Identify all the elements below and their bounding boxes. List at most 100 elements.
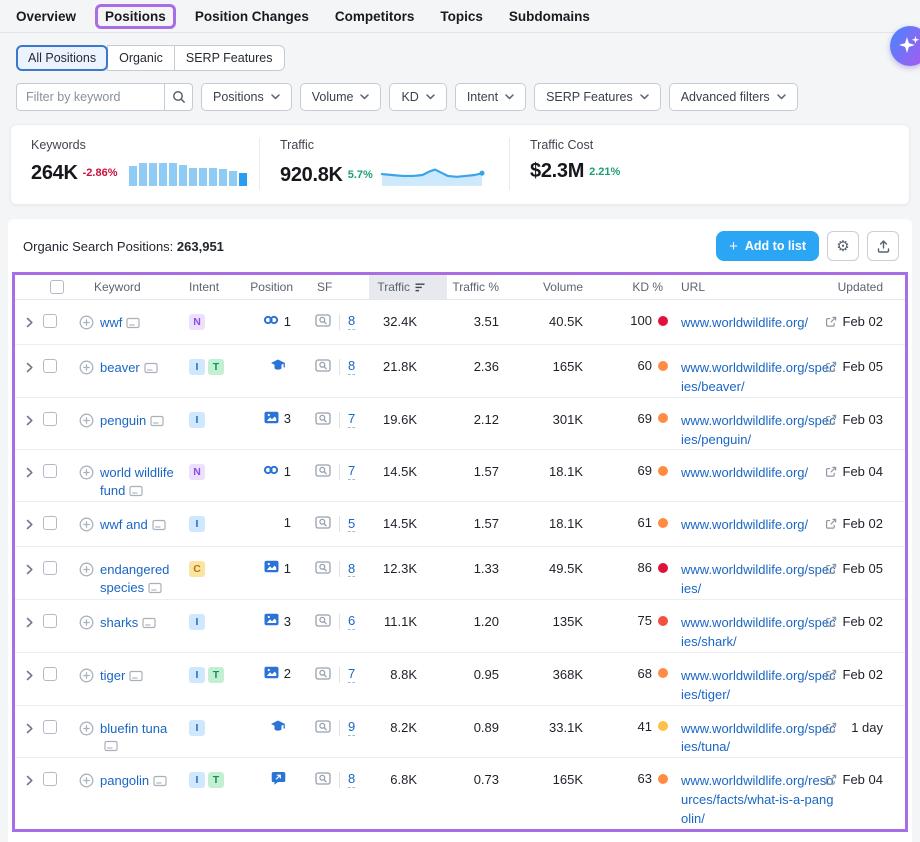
serp-preview-icon[interactable] xyxy=(315,463,331,481)
serp-snapshot-icon[interactable] xyxy=(142,617,156,632)
external-link-icon[interactable] xyxy=(825,518,837,533)
add-keyword-icon[interactable] xyxy=(79,721,94,757)
serp-preview-icon[interactable] xyxy=(315,613,331,631)
table-settings-button[interactable]: ⚙ xyxy=(827,231,859,261)
export-button[interactable] xyxy=(867,231,899,261)
nav-item-overview[interactable]: Overview xyxy=(16,9,76,24)
add-keyword-icon[interactable] xyxy=(79,562,94,598)
serp-snapshot-icon[interactable] xyxy=(126,317,140,332)
sf-count-link[interactable]: 7 xyxy=(348,412,355,428)
add-keyword-icon[interactable] xyxy=(79,517,94,537)
serp-preview-icon[interactable] xyxy=(315,771,331,789)
keyword-link[interactable]: penguin xyxy=(100,413,146,428)
row-expand-button[interactable] xyxy=(15,450,43,481)
add-keyword-icon[interactable] xyxy=(79,773,94,793)
url-link[interactable]: www.worldwildlife.org/ xyxy=(681,315,808,330)
row-checkbox[interactable] xyxy=(43,464,57,478)
keyword-filter-input[interactable] xyxy=(16,83,164,111)
row-checkbox[interactable] xyxy=(43,516,57,530)
col-updated[interactable]: Updated xyxy=(837,275,905,299)
external-link-icon[interactable] xyxy=(825,722,837,737)
col-volume[interactable]: Volume xyxy=(525,275,607,299)
col-position[interactable]: Position xyxy=(241,275,309,299)
keyword-link[interactable]: pangolin xyxy=(100,773,149,788)
col-traffic-sorted[interactable]: Traffic xyxy=(369,275,447,299)
row-checkbox[interactable] xyxy=(43,720,57,734)
col-url[interactable]: URL xyxy=(673,275,837,299)
keyword-link[interactable]: wwf xyxy=(100,315,122,330)
url-link[interactable]: www.worldwildlife.org/species/penguin/ xyxy=(681,413,836,447)
sf-count-link[interactable]: 8 xyxy=(348,314,355,330)
keyword-link[interactable]: tiger xyxy=(100,668,125,683)
external-link-icon[interactable] xyxy=(825,774,837,789)
keyword-link[interactable]: beaver xyxy=(100,360,140,375)
add-keyword-icon[interactable] xyxy=(79,315,94,335)
sf-count-link[interactable]: 7 xyxy=(348,464,355,480)
filter-dropdown-advanced-filters[interactable]: Advanced filters xyxy=(669,83,798,111)
sf-count-link[interactable]: 9 xyxy=(348,720,355,736)
row-checkbox[interactable] xyxy=(43,412,57,426)
ai-assistant-button[interactable] xyxy=(890,26,920,66)
serp-snapshot-icon[interactable] xyxy=(152,519,166,534)
serp-snapshot-icon[interactable] xyxy=(129,485,143,500)
add-keyword-icon[interactable] xyxy=(79,615,94,635)
filter-dropdown-volume[interactable]: Volume xyxy=(300,83,382,111)
serp-snapshot-icon[interactable] xyxy=(150,415,164,430)
tab-serp-features[interactable]: SERP Features xyxy=(174,45,285,71)
add-keyword-icon[interactable] xyxy=(79,668,94,688)
row-checkbox[interactable] xyxy=(43,772,57,786)
external-link-icon[interactable] xyxy=(825,361,837,376)
row-checkbox[interactable] xyxy=(43,614,57,628)
add-to-list-button[interactable]: + Add to list xyxy=(716,231,819,261)
row-expand-button[interactable] xyxy=(15,547,43,578)
tab-all-positions[interactable]: All Positions xyxy=(16,45,108,71)
serp-preview-icon[interactable] xyxy=(315,358,331,376)
sf-count-link[interactable]: 8 xyxy=(348,359,355,375)
add-keyword-icon[interactable] xyxy=(79,465,94,501)
sf-count-link[interactable]: 6 xyxy=(348,614,355,630)
serp-preview-icon[interactable] xyxy=(315,560,331,578)
nav-item-topics[interactable]: Topics xyxy=(440,9,483,24)
col-traffic-pct[interactable]: Traffic % xyxy=(447,275,525,299)
search-button[interactable] xyxy=(164,83,193,111)
serp-preview-icon[interactable] xyxy=(315,515,331,533)
col-sf[interactable]: SF xyxy=(309,275,369,299)
row-checkbox[interactable] xyxy=(43,667,57,681)
serp-snapshot-icon[interactable] xyxy=(129,670,143,685)
filter-dropdown-kd[interactable]: KD xyxy=(389,83,446,111)
col-keyword[interactable]: Keyword xyxy=(69,275,181,299)
sf-count-link[interactable]: 8 xyxy=(348,772,355,788)
nav-item-subdomains[interactable]: Subdomains xyxy=(509,9,590,24)
url-link[interactable]: www.worldwildlife.org/species/tiger/ xyxy=(681,668,836,702)
row-checkbox[interactable] xyxy=(43,314,57,328)
serp-snapshot-icon[interactable] xyxy=(104,740,118,755)
filter-dropdown-positions[interactable]: Positions xyxy=(201,83,292,111)
external-link-icon[interactable] xyxy=(825,669,837,684)
row-expand-button[interactable] xyxy=(15,300,43,331)
tab-organic[interactable]: Organic xyxy=(107,45,175,71)
url-link[interactable]: www.worldwildlife.org/species/ xyxy=(681,562,836,596)
external-link-icon[interactable] xyxy=(825,414,837,429)
nav-item-position-changes[interactable]: Position Changes xyxy=(195,9,309,24)
add-keyword-icon[interactable] xyxy=(79,360,94,380)
row-expand-button[interactable] xyxy=(15,502,43,533)
add-keyword-icon[interactable] xyxy=(79,413,94,433)
url-link[interactable]: www.worldwildlife.org/species/tuna/ xyxy=(681,721,836,755)
external-link-icon[interactable] xyxy=(825,616,837,631)
row-expand-button[interactable] xyxy=(15,600,43,631)
keyword-link[interactable]: sharks xyxy=(100,615,138,630)
serp-preview-icon[interactable] xyxy=(315,719,331,737)
external-link-icon[interactable] xyxy=(825,316,837,331)
serp-snapshot-icon[interactable] xyxy=(153,775,167,790)
nav-item-competitors[interactable]: Competitors xyxy=(335,9,415,24)
nav-item-positions[interactable]: Positions xyxy=(95,4,176,29)
url-link[interactable]: www.worldwildlife.org/species/shark/ xyxy=(681,615,836,649)
filter-dropdown-intent[interactable]: Intent xyxy=(455,83,526,111)
row-checkbox[interactable] xyxy=(43,359,57,373)
row-expand-button[interactable] xyxy=(15,345,43,376)
col-intent[interactable]: Intent xyxy=(181,275,241,299)
serp-snapshot-icon[interactable] xyxy=(148,582,162,597)
select-all-checkbox[interactable] xyxy=(50,280,64,294)
url-link[interactable]: www.worldwildlife.org/ xyxy=(681,465,808,480)
url-link[interactable]: www.worldwildlife.org/ xyxy=(681,517,808,532)
